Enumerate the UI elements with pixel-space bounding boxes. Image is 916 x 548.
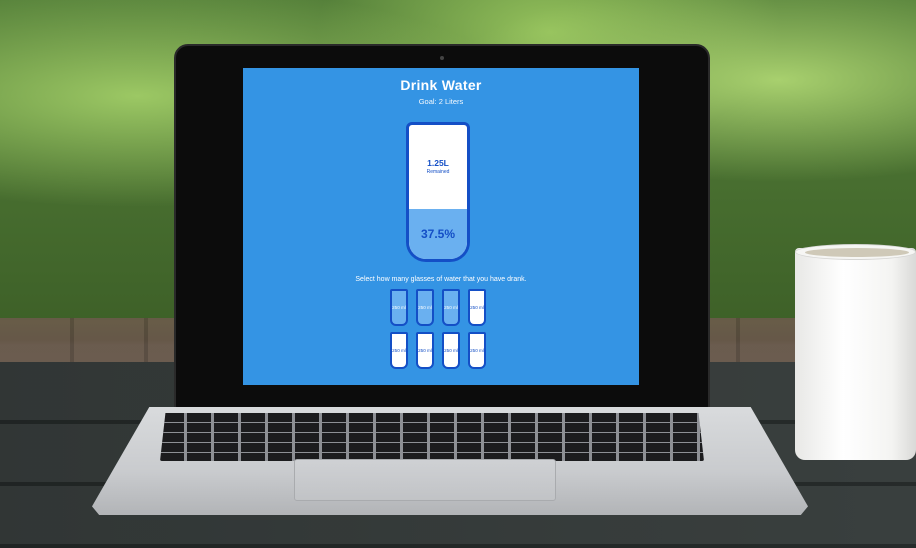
glass-5[interactable]: 250 ml [390, 332, 408, 369]
paper-cup-liquid [805, 248, 909, 257]
glass-4[interactable]: 250 ml [468, 289, 486, 326]
keyboard-rows [160, 413, 704, 461]
percentage-fill: 37.5% [409, 208, 467, 259]
glass-3[interactable]: 250 ml [442, 289, 460, 326]
glass-2[interactable]: 250 ml [416, 289, 434, 326]
drink-water-app: Drink Water Goal: 2 Liters 1.25L Remaine… [243, 68, 639, 385]
glass-7[interactable]: 250 ml [442, 332, 460, 369]
laptop-trackpad [294, 459, 556, 501]
water-cup: 1.25L Remained 37.5% [406, 122, 470, 262]
app-title: Drink Water [400, 77, 482, 93]
webcam-dot [440, 56, 444, 60]
paper-cup [795, 248, 916, 460]
glasses-grid: 250 ml 250 ml 250 ml 250 ml 250 ml 250 ml 250 … [390, 289, 490, 369]
glass-6[interactable]: 250 ml [416, 332, 434, 369]
goal-text: Goal: 2 Liters [418, 97, 464, 106]
remained-amount: 1.25L [427, 158, 449, 169]
remained-label: Remained [426, 169, 450, 176]
instruction-text: Select how many glasses of water that yo… [355, 276, 527, 283]
glass-8[interactable]: 250 ml [468, 332, 486, 369]
remained-section: 1.25L Remained [409, 125, 467, 209]
glass-1[interactable]: 250 ml [390, 289, 408, 326]
